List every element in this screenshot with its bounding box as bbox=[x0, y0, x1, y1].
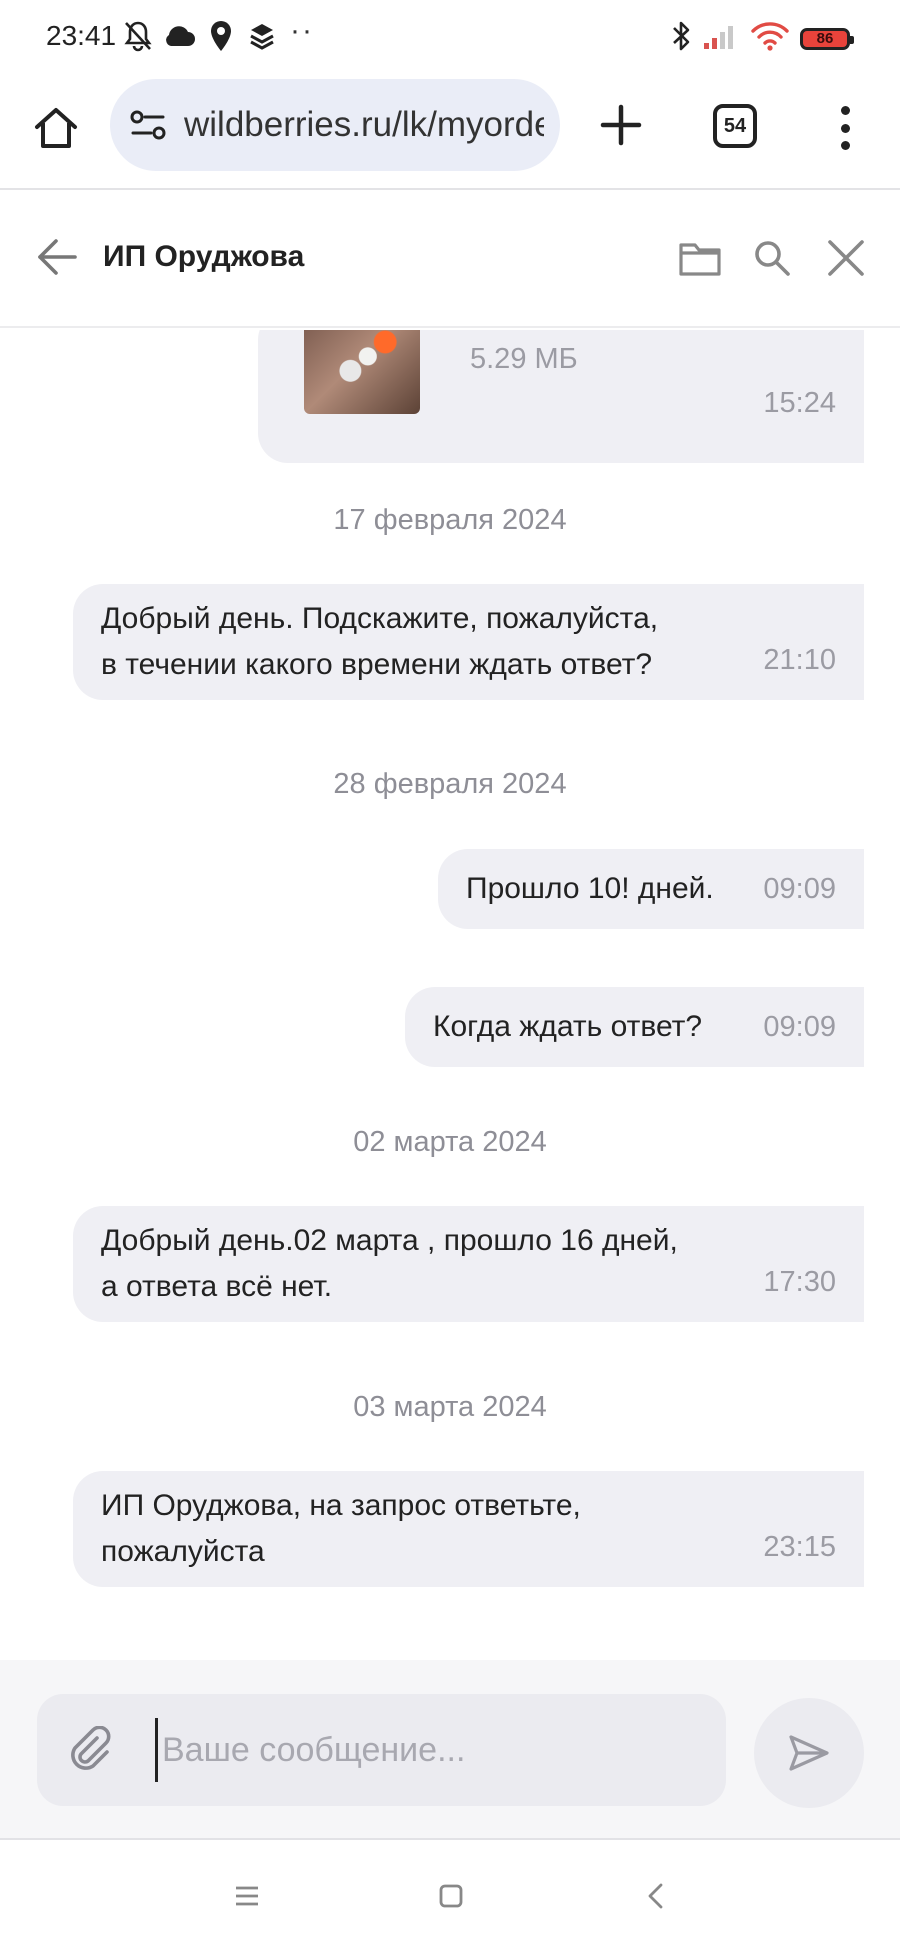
date-separator: 17 февраля 2024 bbox=[333, 504, 567, 536]
message-time: 09:09 bbox=[763, 1011, 836, 1043]
message-composer bbox=[0, 1660, 900, 1840]
tab-switcher-button[interactable]: 54 bbox=[713, 104, 757, 148]
wifi-icon bbox=[750, 18, 790, 54]
square-icon bbox=[439, 1884, 463, 1908]
home-icon bbox=[35, 108, 77, 148]
message-line: ИП Оруджова, на запрос ответьте, bbox=[101, 1489, 581, 1522]
more-notifications-icon: ·· bbox=[290, 14, 314, 47]
attach-button[interactable] bbox=[65, 1724, 117, 1776]
location-icon bbox=[208, 18, 234, 54]
new-tab-button[interactable] bbox=[596, 100, 646, 150]
signal-icon bbox=[702, 18, 740, 54]
chat-header: ИП Оруджова bbox=[0, 192, 900, 328]
message-bubble[interactable]: Добрый день. Подскажите, пожалуйста, в т… bbox=[73, 584, 864, 700]
battery-icon: 86 bbox=[800, 28, 854, 50]
status-bar: 23:41 ·· 86 bbox=[0, 0, 900, 76]
recent-apps-button[interactable] bbox=[227, 1876, 267, 1916]
date-separator: 28 февраля 2024 bbox=[333, 768, 567, 800]
message-line: Добрый день.02 марта , прошло 16 дней, bbox=[101, 1224, 678, 1257]
cloud-icon bbox=[162, 18, 196, 54]
message-list[interactable]: 5.29 МБ 15:24 17 февраля 2024 Добрый ден… bbox=[0, 330, 900, 1660]
message-bubble[interactable]: Прошло 10! дней. 09:09 bbox=[438, 849, 864, 929]
menu-dot bbox=[840, 123, 850, 133]
menu-dot bbox=[840, 141, 850, 150]
bluetooth-icon bbox=[670, 18, 694, 54]
close-button[interactable] bbox=[822, 234, 870, 282]
files-button[interactable] bbox=[676, 234, 724, 282]
home-button[interactable] bbox=[28, 100, 84, 156]
chat-title: ИП Оруджова bbox=[103, 240, 305, 273]
date-separator: 02 марта 2024 bbox=[353, 1126, 547, 1158]
message-bubble[interactable]: ИП Оруджова, на запрос ответьте, пожалуй… bbox=[73, 1471, 864, 1587]
message-time: 15:24 bbox=[763, 387, 836, 419]
message-line: Прошло 10! дней. bbox=[466, 872, 714, 905]
message-line: пожалуйста bbox=[101, 1535, 265, 1568]
composer-field[interactable] bbox=[37, 1694, 726, 1806]
status-time: 23:41 bbox=[46, 20, 117, 51]
message-line: а ответа всё нет. bbox=[101, 1270, 333, 1303]
url-text[interactable]: wildberries.ru/lk/myorders bbox=[184, 105, 544, 145]
plus-icon bbox=[600, 104, 642, 146]
message-line: Когда ждать ответ? bbox=[433, 1010, 703, 1043]
message-time: 09:09 bbox=[763, 873, 836, 905]
home-nav-button[interactable] bbox=[431, 1876, 471, 1916]
layers-icon bbox=[248, 18, 276, 54]
battery-level: 86 bbox=[816, 30, 834, 47]
paperclip-icon bbox=[71, 1726, 111, 1770]
file-size: 5.29 МБ bbox=[470, 343, 578, 375]
arrow-left-icon bbox=[38, 239, 77, 275]
message-line: в течении какого времени ждать ответ? bbox=[101, 648, 653, 681]
browser-menu-button[interactable] bbox=[830, 100, 860, 156]
message-time: 21:10 bbox=[763, 644, 836, 676]
send-button[interactable] bbox=[754, 1698, 864, 1808]
send-icon bbox=[789, 1735, 829, 1771]
tab-count: 54 bbox=[723, 114, 747, 137]
message-time: 23:15 bbox=[763, 1531, 836, 1563]
search-button[interactable] bbox=[748, 234, 796, 282]
system-nav-bar bbox=[0, 1842, 900, 1950]
file-message[interactable]: 5.29 МБ 15:24 bbox=[258, 330, 864, 463]
date-separator: 03 марта 2024 bbox=[353, 1391, 547, 1423]
file-thumbnail[interactable] bbox=[304, 330, 420, 414]
close-icon bbox=[828, 240, 864, 276]
browser-toolbar: wildberries.ru/lk/myorders 54 bbox=[0, 76, 900, 190]
folder-icon bbox=[679, 243, 721, 276]
bell-off-icon bbox=[122, 18, 154, 54]
back-nav-button[interactable] bbox=[636, 1876, 676, 1916]
search-icon bbox=[755, 241, 790, 276]
message-time: 17:30 bbox=[763, 1266, 836, 1298]
site-settings-icon[interactable] bbox=[126, 103, 170, 147]
message-input[interactable] bbox=[155, 1718, 695, 1782]
chevron-left-icon bbox=[648, 1883, 663, 1909]
message-bubble[interactable]: Когда ждать ответ? 09:09 bbox=[405, 987, 864, 1067]
address-bar[interactable]: wildberries.ru/lk/myorders bbox=[110, 79, 560, 171]
back-button[interactable] bbox=[34, 234, 80, 280]
menu-icon bbox=[236, 1886, 258, 1906]
message-line: Добрый день. Подскажите, пожалуйста, bbox=[101, 602, 659, 635]
message-bubble[interactable]: Добрый день.02 марта , прошло 16 дней, а… bbox=[73, 1206, 864, 1322]
menu-dot bbox=[840, 106, 850, 115]
